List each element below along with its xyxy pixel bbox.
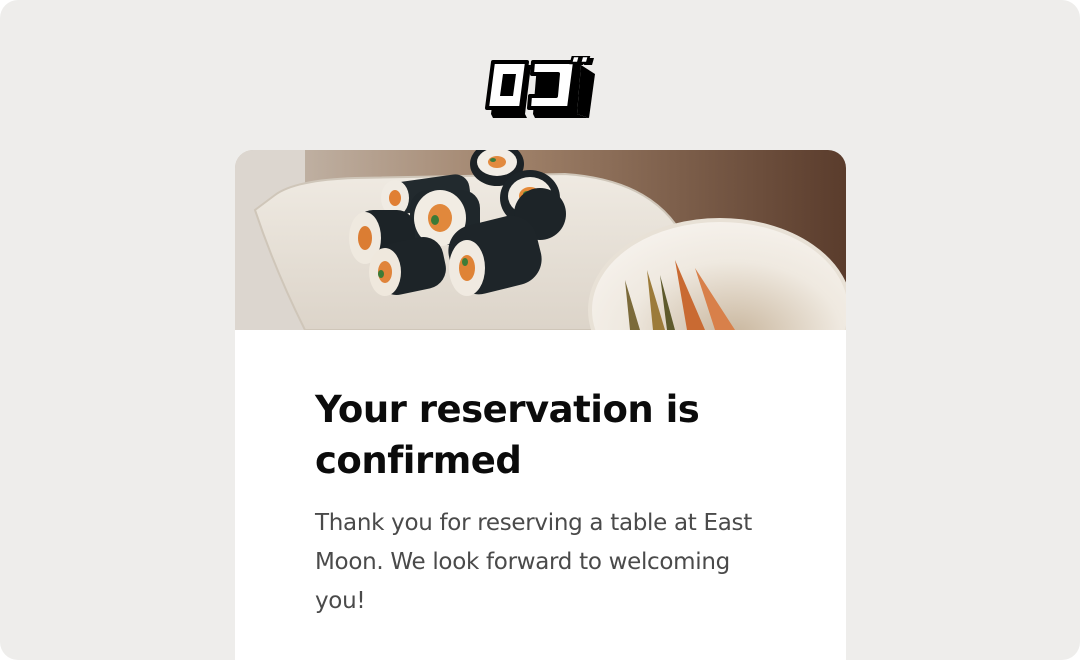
confirmation-card: Your reservation is confirmed Thank you …: [235, 150, 846, 660]
restaurant-logo-icon: [485, 56, 595, 118]
confirmation-headline: Your reservation is confirmed: [315, 388, 700, 482]
sushi-rolls-photo: [235, 150, 846, 330]
email-preview-frame: Your reservation is confirmed Thank you …: [0, 0, 1080, 660]
confirmation-message: Thank you for reserving a table at East …: [315, 510, 752, 614]
